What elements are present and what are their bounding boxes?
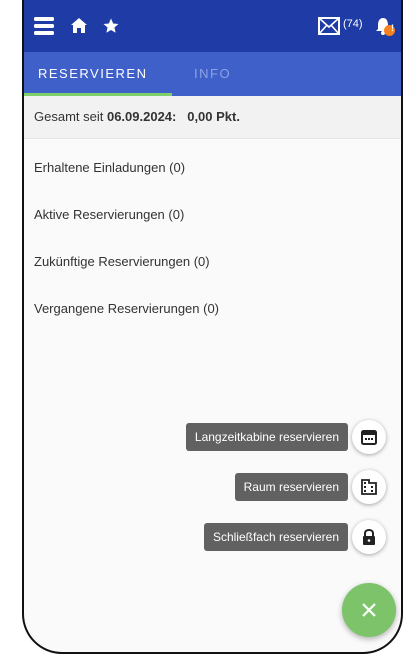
list-item-future-reservations[interactable]: Zukünftige Reservierungen (0) (34, 254, 219, 301)
tab-bar: Reservieren Info (24, 52, 401, 96)
app-bar: (74) ! (24, 0, 401, 52)
building-icon[interactable] (352, 470, 386, 504)
lock-icon[interactable] (352, 520, 386, 554)
menu-icon[interactable] (34, 14, 54, 38)
close-speed-dial-button[interactable] (342, 583, 396, 637)
speed-dial-room[interactable]: Raum reservieren (24, 468, 401, 504)
points-summary: Gesamt seit 06.09.2024: 0,00 Pkt. (24, 96, 401, 139)
summary-points: 0,00 Pkt. (187, 109, 240, 124)
tab-reservieren[interactable]: Reservieren (38, 52, 147, 96)
notification-badge: ! (391, 23, 394, 33)
home-icon[interactable] (70, 14, 88, 38)
list-item-received-invitations[interactable]: Erhaltene Einladungen (0) (34, 160, 219, 207)
reservation-list: Erhaltene Einladungen (0) Aktive Reservi… (34, 160, 219, 348)
close-icon (362, 597, 376, 623)
app-screen: (74) ! Reservieren Info Gesamt seit 06.0… (22, 0, 403, 654)
locker-label[interactable]: Schließfach reservieren (203, 523, 348, 551)
mail-icon[interactable] (318, 14, 340, 38)
speed-dial-longterm-cabin[interactable]: Langzeitkabine reservieren (24, 418, 401, 454)
longterm-cabin-label[interactable]: Langzeitkabine reservieren (185, 423, 348, 451)
list-item-past-reservations[interactable]: Vergangene Reservierungen (0) (34, 301, 219, 348)
star-icon[interactable] (102, 14, 120, 38)
tab-info[interactable]: Info (194, 52, 231, 96)
summary-date: 06.09.2024: (106, 109, 177, 124)
calendar-icon[interactable] (352, 420, 386, 454)
summary-prefix: Gesamt seit (34, 109, 107, 124)
speed-dial-locker[interactable]: Schließfach reservieren (24, 518, 401, 554)
list-item-active-reservations[interactable]: Aktive Reservierungen (0) (34, 207, 219, 254)
room-label[interactable]: Raum reservieren (234, 473, 348, 501)
mail-count: (74) (343, 18, 363, 30)
